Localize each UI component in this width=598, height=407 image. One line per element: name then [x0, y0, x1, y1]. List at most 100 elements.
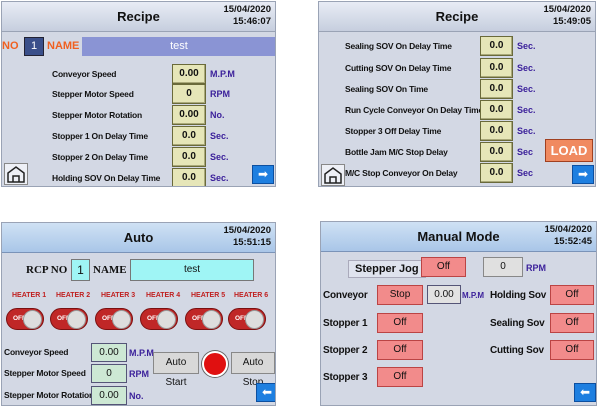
stopper-2-button[interactable]: Off: [377, 340, 423, 360]
param-unit: Sec.: [210, 131, 229, 141]
conveyor-label: Conveyor: [323, 290, 368, 301]
header-bar: Auto 15/04/2020 15:51:15: [2, 223, 275, 253]
param-unit: Sec.: [517, 84, 536, 94]
heater-label: HEATER 6: [234, 292, 269, 299]
heater-label: HEATER 5: [191, 292, 226, 299]
header-bar: Manual Mode 15/04/2020 15:52:45: [321, 222, 596, 252]
param-label: Stopper 1 On Delay Time: [52, 131, 148, 141]
conveyor-speed-field[interactable]: 0.00: [427, 285, 461, 304]
param-value-field[interactable]: 0.0: [172, 126, 206, 146]
toggle-knob: [23, 310, 42, 329]
back-button[interactable]: ⬅: [574, 383, 596, 402]
name-label: NAME: [93, 264, 127, 276]
sealing-sov-button[interactable]: Off: [550, 313, 594, 333]
status-indicator: [202, 351, 228, 377]
param-value-field[interactable]: 0.0: [480, 163, 513, 183]
param-value-field[interactable]: 0: [91, 364, 127, 383]
heater-toggle[interactable]: OFF: [50, 308, 88, 330]
stopper-3-label: Stopper 3: [323, 372, 368, 383]
param-value-field[interactable]: 0.0: [172, 168, 206, 186]
param-value-field[interactable]: 0.00: [172, 105, 206, 125]
cutting-sov-button[interactable]: Off: [550, 340, 594, 360]
toggle-knob: [112, 310, 131, 329]
jog-unit: RPM: [526, 263, 546, 273]
toggle-knob: [67, 310, 86, 329]
time-text: 15:52:45: [553, 236, 592, 247]
param-unit: Sec: [517, 168, 534, 178]
param-unit: Sec.: [210, 173, 229, 183]
param-unit: Sec.: [517, 63, 536, 73]
param-label: Stepper Motor Rotation: [52, 110, 143, 120]
holding-sov-label: Holding Sov: [490, 290, 547, 301]
param-label: M/C Stop Conveyor On Delay: [345, 168, 458, 178]
param-label: Holding SOV On Delay Time: [52, 173, 161, 183]
stopper-1-label: Stopper 1: [323, 318, 368, 329]
param-value-field[interactable]: 0.0: [480, 36, 513, 56]
stopper-2-label: Stopper 2: [323, 345, 368, 356]
param-unit: Sec.: [517, 41, 536, 51]
back-button[interactable]: ⬅: [256, 383, 275, 402]
home-icon[interactable]: [4, 163, 28, 185]
heater-label: HEATER 1: [12, 292, 47, 299]
param-label: Stopper 3 Off Delay Time: [345, 126, 442, 136]
heater-toggle[interactable]: OFF: [140, 308, 178, 330]
recipe-no-field[interactable]: 1: [24, 37, 44, 56]
manual-mode-panel: Manual Mode 15/04/2020 15:52:45 Stepper J…: [320, 221, 597, 406]
heater-label: HEATER 4: [146, 292, 181, 299]
recipe-no-label: NO: [2, 40, 19, 52]
param-value-field[interactable]: 0.00: [91, 343, 127, 362]
conveyor-unit: M.P.M: [462, 291, 485, 300]
name-label: NAME: [47, 40, 80, 52]
heater-toggle[interactable]: OFF: [6, 308, 44, 330]
param-label: Conveyor Speed: [4, 347, 69, 357]
param-value-field[interactable]: 0.0: [172, 147, 206, 167]
param-unit: No.: [129, 391, 144, 401]
param-unit: No.: [210, 110, 225, 120]
param-value-field[interactable]: 0.0: [480, 142, 513, 162]
jog-value-field[interactable]: 0: [483, 257, 523, 277]
param-label: Stepper Motor Speed: [52, 89, 134, 99]
stopper-1-button[interactable]: Off: [377, 313, 423, 333]
param-label: Stepper Motor Speed: [4, 368, 86, 378]
toggle-knob: [245, 310, 264, 329]
home-icon[interactable]: [321, 164, 345, 186]
param-value-field[interactable]: 0.0: [480, 79, 513, 99]
next-page-button[interactable]: ➡: [572, 165, 594, 184]
datetime: 15/04/2020 15:52:45: [544, 224, 592, 248]
date-text: 15/04/2020: [223, 4, 271, 15]
recipe-name-field[interactable]: test: [82, 37, 275, 56]
conveyor-stop-button[interactable]: Stop: [377, 285, 423, 305]
param-unit: M.P.M: [129, 348, 154, 358]
sealing-sov-label: Sealing Sov: [490, 318, 545, 329]
auto-stop-button[interactable]: Auto Stop: [231, 352, 275, 388]
next-page-button[interactable]: ➡: [252, 165, 274, 184]
rcp-no-field[interactable]: 1: [71, 259, 90, 281]
heater-toggle[interactable]: OFF: [185, 308, 223, 330]
stepper-jog-button[interactable]: Off: [421, 257, 466, 277]
heater-toggle[interactable]: OFF: [228, 308, 266, 330]
stopper-3-button[interactable]: Off: [377, 367, 423, 387]
rcp-no-label: RCP NO: [26, 264, 68, 276]
load-button[interactable]: LOAD: [545, 139, 593, 162]
recipe-name-field[interactable]: test: [130, 259, 254, 281]
param-unit: Sec.: [517, 126, 536, 136]
auto-start-button[interactable]: Auto Start: [153, 352, 199, 388]
param-label: Stepper Motor Rotation: [4, 390, 95, 400]
toggle-knob: [202, 310, 221, 329]
param-value-field[interactable]: 0.0: [480, 100, 513, 120]
param-value-field[interactable]: 0.0: [480, 121, 513, 141]
param-label: Bottle Jam M/C Stop Delay: [345, 147, 448, 157]
param-value-field[interactable]: 0.0: [480, 58, 513, 78]
toggle-knob: [157, 310, 176, 329]
holding-sov-button[interactable]: Off: [550, 285, 594, 305]
param-unit: Sec.: [517, 105, 536, 115]
header-bar: Recipe 15/04/2020 15:46:07: [2, 2, 275, 32]
heater-toggle[interactable]: OFF: [95, 308, 133, 330]
param-value-field[interactable]: 0.00: [172, 64, 206, 84]
date-text: 15/04/2020: [223, 225, 271, 236]
param-label: Stopper 2 On Delay Time: [52, 152, 148, 162]
datetime: 15/04/2020 15:49:05: [543, 4, 591, 28]
param-label: Sealing SOV On Delay Time: [345, 41, 452, 51]
param-value-field[interactable]: 0.00: [91, 386, 127, 405]
param-value-field[interactable]: 0: [172, 84, 206, 104]
